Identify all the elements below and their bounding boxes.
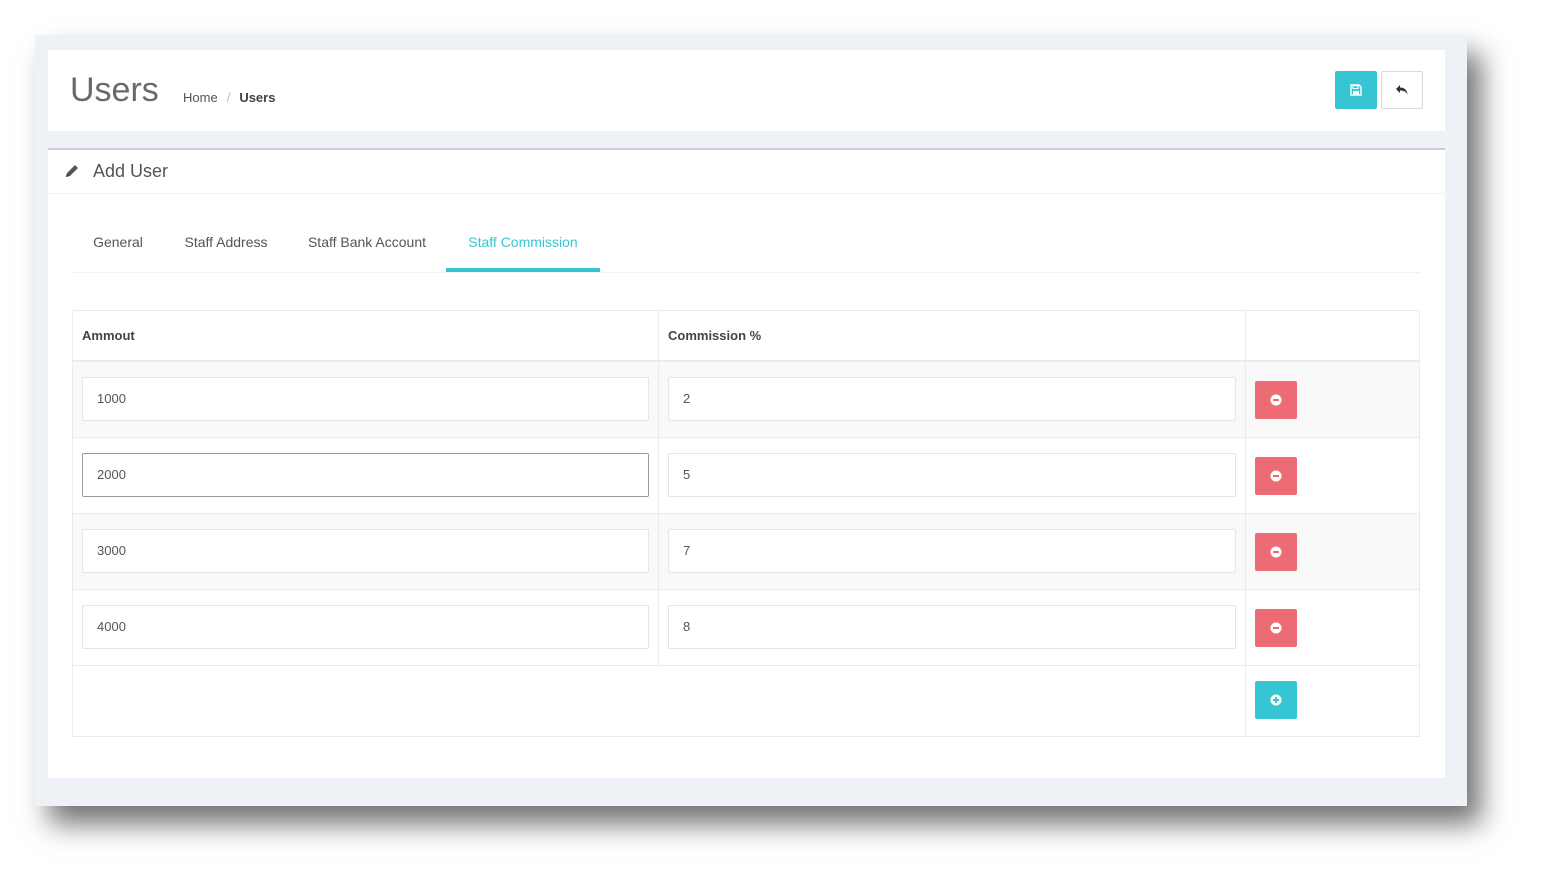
column-header-amount: Ammout — [73, 311, 659, 360]
commission-input[interactable]: 2 — [668, 377, 1236, 421]
commission-input[interactable]: 5 — [668, 453, 1236, 497]
page-header: Users Home / Users — [48, 50, 1445, 131]
commission-cell: 8 — [659, 590, 1246, 665]
add-row-footer — [73, 666, 1419, 736]
minus-circle-icon — [1270, 394, 1282, 406]
tab-staff-commission[interactable]: Staff Commission — [446, 222, 600, 272]
minus-circle-icon — [1270, 546, 1282, 558]
tab-general[interactable]: General — [72, 222, 164, 272]
table-row: 1000 2 — [73, 362, 1419, 438]
table-row: 4000 8 — [73, 590, 1419, 666]
commission-cell: 5 — [659, 438, 1246, 513]
floppy-disk-icon — [1350, 84, 1362, 96]
panel-title-bar: Add User — [48, 150, 1445, 194]
amount-input[interactable]: 2000 — [82, 453, 649, 497]
commission-cell: 2 — [659, 362, 1246, 437]
app-window: Users Home / Users Add User General Staf… — [35, 35, 1467, 806]
remove-row-button[interactable] — [1255, 381, 1297, 419]
add-row-button[interactable] — [1255, 681, 1297, 719]
table-row: 3000 7 — [73, 514, 1419, 590]
column-header-actions — [1246, 311, 1419, 360]
pencil-icon — [66, 165, 78, 177]
amount-input[interactable]: 3000 — [82, 529, 649, 573]
page-title: Users — [70, 71, 159, 109]
commission-input[interactable]: 8 — [668, 605, 1236, 649]
header-actions — [1335, 71, 1423, 109]
amount-input[interactable]: 1000 — [82, 377, 649, 421]
column-header-commission: Commission % — [659, 311, 1246, 360]
tab-staff-bank-account[interactable]: Staff Bank Account — [288, 222, 446, 272]
breadcrumb: Home / Users — [183, 90, 275, 106]
tab-bar: General Staff Address Staff Bank Account… — [72, 222, 1420, 273]
action-cell — [1246, 362, 1419, 437]
tab-staff-address[interactable]: Staff Address — [164, 222, 288, 272]
table-header-row: Ammout Commission % — [73, 311, 1419, 362]
amount-cell: 4000 — [73, 590, 659, 665]
commission-cell: 7 — [659, 514, 1246, 589]
amount-cell: 1000 — [73, 362, 659, 437]
panel-caption: Add User — [93, 161, 169, 181]
save-button[interactable] — [1335, 71, 1377, 109]
plus-circle-icon — [1270, 694, 1282, 706]
commission-table: Ammout Commission % 1000 2 2000 5 3000 7… — [72, 310, 1420, 737]
breadcrumb-separator: / — [226, 90, 231, 105]
minus-circle-icon — [1270, 470, 1282, 482]
remove-row-button[interactable] — [1255, 457, 1297, 495]
action-cell — [1246, 438, 1419, 513]
back-button[interactable] — [1381, 71, 1423, 109]
add-action-cell — [1246, 666, 1419, 736]
action-cell — [1246, 514, 1419, 589]
breadcrumb-current: Users — [239, 90, 276, 105]
amount-input[interactable]: 4000 — [82, 605, 649, 649]
action-cell — [1246, 590, 1419, 665]
remove-row-button[interactable] — [1255, 609, 1297, 647]
minus-circle-icon — [1270, 622, 1282, 634]
table-row: 2000 5 — [73, 438, 1419, 514]
amount-cell: 3000 — [73, 514, 659, 589]
amount-cell: 2000 — [73, 438, 659, 513]
add-user-panel: Add User General Staff Address Staff Ban… — [48, 148, 1445, 778]
remove-row-button[interactable] — [1255, 533, 1297, 571]
breadcrumb-home-link[interactable]: Home — [183, 90, 218, 105]
empty-footer-cell — [73, 666, 1246, 736]
undo-arrow-icon — [1396, 85, 1408, 95]
commission-input[interactable]: 7 — [668, 529, 1236, 573]
